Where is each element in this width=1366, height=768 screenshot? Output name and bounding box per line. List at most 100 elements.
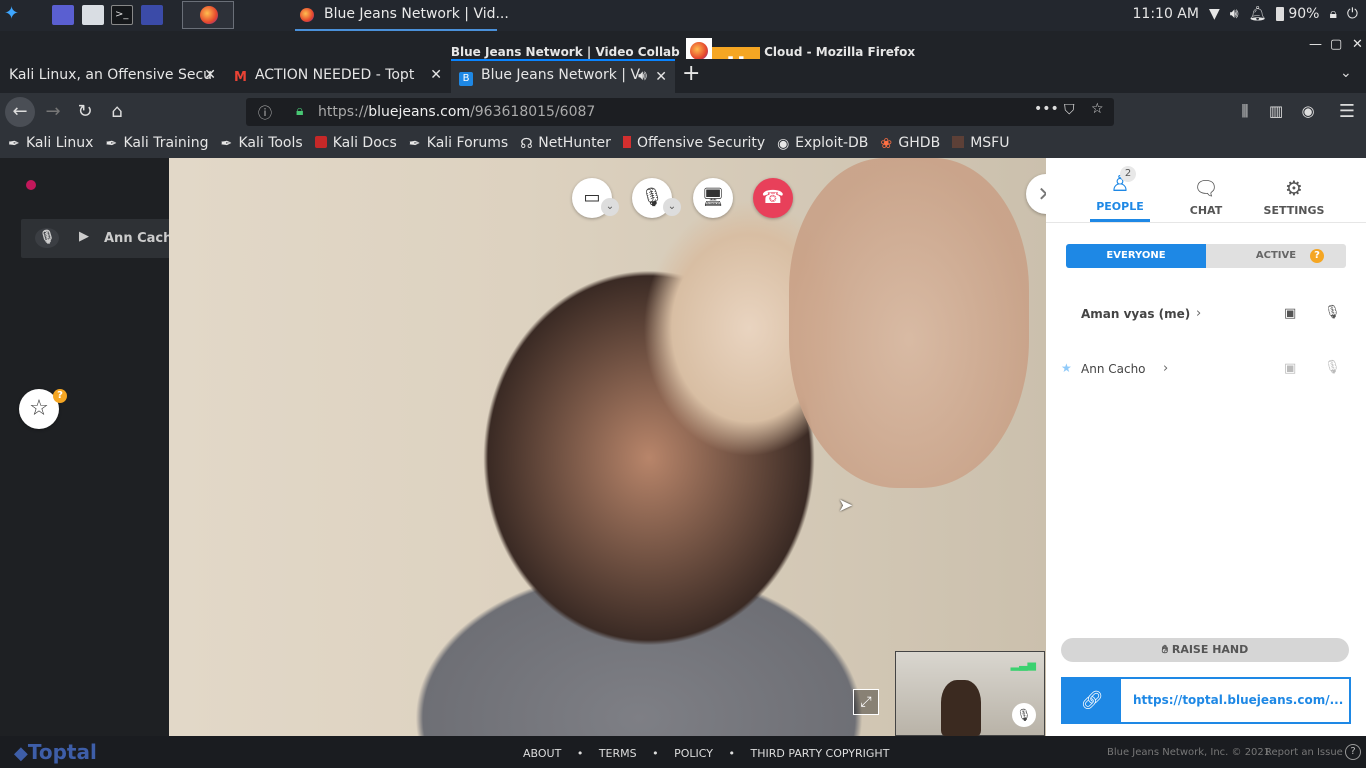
screen-recorder-icon[interactable] (141, 5, 163, 25)
tab-close-icon[interactable]: ✕ (655, 69, 667, 85)
filter-everyone-button[interactable]: EVERYONE (1066, 244, 1206, 268)
bookmark-label: Offensive Security (636, 135, 766, 151)
forward-button[interactable]: → (38, 97, 68, 127)
camera-icon: ▶ (79, 229, 89, 244)
camera-options-chevron-icon[interactable]: ⌄ (601, 198, 619, 216)
self-view-mic-icon[interactable]: 🎙︎ (1012, 703, 1036, 727)
bookmark-label: Exploit-DB (795, 135, 869, 151)
bookmark-nethunter[interactable]: ☊ NetHunter (520, 135, 611, 158)
bookmark-ghdb[interactable]: ❀ GHDB (880, 135, 940, 158)
url-scheme: https:// (318, 104, 369, 120)
bookmark-star-icon[interactable]: ☆ (1091, 101, 1104, 117)
filter-active-button[interactable]: ACTIVE (1206, 244, 1346, 268)
url-domain: bluejeans.com (368, 104, 471, 120)
maximize-button[interactable]: ▢ (1330, 37, 1342, 52)
bookmark-kali-training[interactable]: ✒ Kali Training (105, 135, 208, 158)
active-help-icon[interactable]: ? (1310, 249, 1324, 263)
tab-kali-linux[interactable]: Kali Linux, an Offensive Secu ✕ (0, 59, 224, 93)
tab-action-needed[interactable]: M ACTION NEEDED - Topt ✕ (226, 59, 450, 93)
workspace-icon[interactable] (52, 5, 74, 25)
taskbar-window-title[interactable]: Blue Jeans Network | Vid... (324, 6, 509, 22)
battery-level: 90% (1288, 6, 1320, 22)
participant-row[interactable]: ★ Ann Cacho › ▣ 🎙︎ (1046, 355, 1366, 385)
bookmark-kali-docs[interactable]: Kali Docs (314, 135, 397, 158)
hang-up-button[interactable]: ☎︎ (753, 178, 793, 218)
file-manager-icon[interactable] (82, 5, 104, 25)
bookmark-msfu[interactable]: MSFU (952, 135, 1009, 158)
home-button[interactable]: ⌂ (102, 97, 132, 127)
tab-overflow-icon[interactable]: ⌄ (1340, 65, 1352, 81)
close-window-button[interactable]: ✕ (1352, 37, 1363, 52)
volume-icon[interactable]: 🔊︎ (1230, 6, 1239, 22)
help-icon[interactable]: ? (1345, 744, 1361, 760)
participant-row[interactable]: Aman vyas (me) › ▣ 🎙︎ (1046, 300, 1366, 330)
footer-link-about[interactable]: ABOUT (523, 747, 561, 760)
power-icon[interactable]: ⏻ (1347, 6, 1358, 22)
window-titlebar: Blue Jeans Network | Video Collab ▮ ▮ Cl… (0, 31, 1366, 73)
bookmark-kali-tools[interactable]: ✒ Kali Tools (220, 135, 302, 158)
participant-mic-icon: 🎙︎ (1324, 360, 1341, 375)
meeting-link-text[interactable]: https://toptal.bluejeans.com/... (1133, 693, 1343, 707)
sidebar-tab-settings[interactable]: ⚙ SETTINGS (1258, 176, 1330, 222)
bookmark-kali-linux[interactable]: ✒ Kali Linux (8, 135, 93, 158)
tab-close-icon[interactable]: ✕ (204, 67, 216, 83)
chat-icon: 🗨︎ (1193, 176, 1219, 200)
account-icon[interactable]: ◉ (1293, 97, 1323, 127)
bookmark-kali-forums[interactable]: ✒ Kali Forums (409, 135, 508, 158)
participant-camera-icon: ▣ (1284, 361, 1297, 376)
footer-link-terms[interactable]: TERMS (599, 747, 637, 760)
meeting-link-box[interactable]: 🔗︎ https://toptal.bluejeans.com/... (1061, 677, 1351, 724)
footer-link-policy[interactable]: POLICY (674, 747, 713, 760)
clock[interactable]: 11:10 AM (1133, 6, 1199, 22)
secure-lock-icon[interactable]: 🔒︎ (296, 103, 303, 119)
site-info-icon[interactable]: ⓘ (258, 103, 272, 123)
url-bar[interactable]: ⓘ 🔒︎ https://bluejeans.com/963618015/608… (246, 98, 1114, 126)
hamburger-menu-icon[interactable]: ☰ (1332, 97, 1362, 127)
microphone-icon: 🎙︎ (35, 228, 59, 248)
footer-link-third-party[interactable]: THIRD PARTY COPYRIGHT (750, 747, 889, 760)
pocket-icon[interactable]: ⛉ (1064, 102, 1075, 118)
tab-bluejeans[interactable]: B Blue Jeans Network | V 🔊︎ ✕ (451, 59, 675, 93)
screen-share-button[interactable]: 🖥︎ (693, 178, 733, 218)
notification-bell-icon[interactable]: 🔔︎ (1249, 6, 1267, 22)
main-video-feed[interactable]: ▭ ⌄ 🎙︎ ⌄ 🖥︎ ☎︎ ✕ ⤢ ➤ (169, 158, 1046, 736)
chevron-right-icon[interactable]: › (1163, 361, 1168, 376)
bookmark-offensive-security[interactable]: Offensive Security (622, 135, 766, 158)
sidebar-toggle-icon[interactable]: ▥ (1261, 97, 1291, 127)
sidebar-tab-chat[interactable]: 🗨︎ CHAT (1180, 176, 1232, 222)
reload-button[interactable]: ↻ (70, 97, 100, 127)
chevron-right-icon[interactable]: › (1196, 306, 1201, 321)
firefox-taskbar-button[interactable] (182, 1, 234, 29)
library-icon[interactable]: ⫼ (1230, 97, 1260, 127)
close-sidebar-button[interactable]: ✕ (1026, 174, 1046, 214)
self-view-video[interactable]: ▂▃▅ 🎙︎ (895, 651, 1045, 736)
back-button[interactable]: ← (5, 97, 35, 127)
bluejeans-icon: B (459, 72, 473, 86)
fullscreen-expand-icon[interactable]: ⤢ (853, 689, 879, 715)
footer-separator: • (728, 747, 735, 760)
bookmark-label: Kali Tools (238, 135, 303, 151)
firefox-small-icon (300, 8, 314, 22)
tab-audio-icon[interactable]: 🔊︎ (638, 68, 647, 84)
page-actions-icon[interactable]: ••• (1034, 101, 1059, 117)
minimize-button[interactable]: — (1309, 37, 1322, 52)
terminal-icon[interactable]: >_ (111, 5, 133, 25)
kali-menu-icon[interactable]: ✦ (4, 3, 28, 24)
url-text[interactable]: https://bluejeans.com/963618015/6087 (318, 104, 595, 120)
ghdb-icon: ❀ (880, 136, 893, 152)
raise-hand-button[interactable]: ✋︎ RAISE HAND (1061, 638, 1349, 662)
report-issue-link[interactable]: Report an Issue (1265, 747, 1343, 758)
new-tab-button[interactable]: + (678, 59, 706, 93)
self-view-person (941, 680, 981, 736)
battery-icon[interactable] (1276, 7, 1285, 21)
microphone-options-chevron-icon[interactable]: ⌄ (663, 198, 681, 216)
signal-strength-icon: ▂▃▅ (1010, 658, 1036, 671)
bookmarks-toolbar: ✒ Kali Linux ✒ Kali Training ✒ Kali Tools K… (0, 130, 1366, 158)
sidebar-tab-people[interactable]: ♙ 2 PEOPLE (1090, 166, 1150, 222)
bookmark-exploit-db[interactable]: ◉ Exploit-DB (777, 135, 868, 158)
navigation-toolbar: ← → ↻ ⌂ ⓘ 🔒︎ https://bluejeans.com/96361… (0, 93, 1366, 130)
tab-close-icon[interactable]: ✕ (430, 67, 442, 83)
lock-icon[interactable]: 🔒︎ (1329, 6, 1336, 22)
wifi-icon[interactable]: ▼ (1209, 6, 1220, 22)
exploit-db-icon: ◉ (777, 136, 790, 152)
